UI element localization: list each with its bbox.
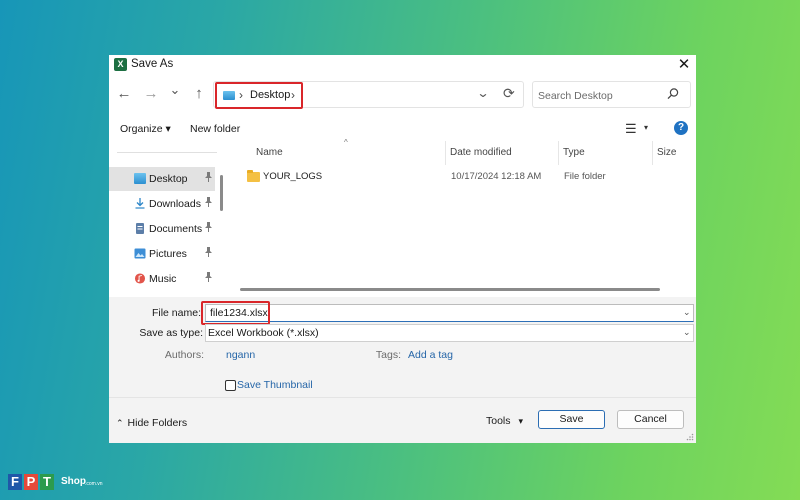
save-button[interactable]: Save <box>538 410 605 429</box>
column-divider[interactable] <box>558 141 559 165</box>
breadcrumb-chevron-icon: › <box>239 88 243 102</box>
tools-label: Tools <box>486 415 511 427</box>
sidebar-item-documents[interactable]: Documents <box>109 217 215 241</box>
sidebar-item-label: Music <box>149 273 177 285</box>
documents-icon <box>136 223 144 234</box>
refresh-icon[interactable]: ⟳ <box>503 85 515 102</box>
view-options-icon[interactable]: ☰ <box>625 121 637 137</box>
search-icon[interactable] <box>666 87 680 101</box>
sort-ascending-icon: ^ <box>344 138 348 147</box>
save-thumbnail-label[interactable]: Save Thumbnail <box>237 379 313 391</box>
horizontal-scrollbar[interactable] <box>240 288 660 291</box>
file-name-label: File name: <box>151 307 201 319</box>
footer-divider <box>109 397 696 398</box>
column-header-type[interactable]: Type <box>563 147 585 158</box>
pin-icon[interactable] <box>204 222 213 234</box>
recent-locations-button[interactable]: ⌄ <box>165 79 185 101</box>
forward-button[interactable]: → <box>141 83 161 105</box>
save-as-type-value[interactable]: Excel Workbook (*.xlsx) <box>208 327 319 339</box>
file-list <box>233 141 696 297</box>
desktop-folder-icon <box>223 91 235 100</box>
help-icon[interactable]: ? <box>674 121 688 135</box>
save-thumbnail-checkbox[interactable] <box>225 380 236 391</box>
breadcrumb-desktop[interactable]: Desktop <box>250 89 290 101</box>
sidebar-divider <box>117 152 217 153</box>
music-icon <box>134 273 146 284</box>
column-header-size[interactable]: Size <box>657 147 676 158</box>
file-row-type: File folder <box>564 171 606 182</box>
hide-folders-label: Hide Folders <box>127 417 188 429</box>
save-as-type-label: Save as type: <box>139 327 203 339</box>
cancel-button[interactable]: Cancel <box>617 410 684 429</box>
sidebar-item-downloads[interactable]: Downloads <box>109 192 215 216</box>
resize-grip-icon[interactable] <box>686 433 694 441</box>
download-icon <box>135 198 145 209</box>
excel-icon: X <box>114 58 127 71</box>
hide-folders-button[interactable]: ⌃ Hide Folders <box>116 417 187 429</box>
logo-letter: T <box>40 474 54 490</box>
logo-letter: P <box>24 474 38 490</box>
pin-icon[interactable] <box>204 247 213 259</box>
sidebar-item-pictures[interactable]: Pictures <box>109 242 215 266</box>
column-divider[interactable] <box>652 141 653 165</box>
sidebar-item-desktop[interactable]: Desktop <box>109 167 215 191</box>
file-name-highlight-box <box>201 301 270 325</box>
sidebar-item-label: Downloads <box>149 198 201 210</box>
column-divider[interactable] <box>445 141 446 165</box>
fpt-shop-logo: F P T Shop .com.vn <box>8 474 108 494</box>
up-button[interactable]: ↑ <box>189 83 209 105</box>
logo-shop-text: Shop <box>61 476 86 487</box>
pin-icon[interactable] <box>204 197 213 209</box>
sidebar-item-music[interactable]: Music <box>109 267 215 291</box>
back-button[interactable]: ← <box>114 83 134 105</box>
view-options-caret-icon[interactable]: ▾ <box>644 123 648 132</box>
chevron-down-icon: ▾ <box>518 416 523 426</box>
column-header-date-modified[interactable]: Date modified <box>450 147 512 158</box>
search-placeholder: Search Desktop <box>538 90 613 102</box>
sidebar-item-label: Pictures <box>149 248 187 260</box>
window-title: Save As <box>131 58 174 70</box>
authors-label: Authors: <box>164 349 204 361</box>
tags-input[interactable]: Add a tag <box>408 349 453 361</box>
new-folder-button[interactable]: New folder <box>190 123 240 135</box>
sidebar-scrollbar[interactable] <box>220 175 223 211</box>
authors-value[interactable]: ngann <box>226 349 255 361</box>
title-bar: X Save As ✕ <box>109 55 696 75</box>
file-name-dropdown-icon[interactable]: ⌄ <box>683 307 691 318</box>
save-as-dialog: X Save As ✕ ← → ⌄ ↑ › Desktop › ⌄ ⟳ Sear… <box>109 55 696 443</box>
tags-label: Tags: <box>375 349 401 361</box>
pictures-icon <box>134 248 146 259</box>
sidebar-item-label: Documents <box>149 223 203 235</box>
organize-button[interactable]: Organize ▾ <box>120 123 171 135</box>
folder-icon <box>247 170 260 182</box>
file-row-date-modified: 10/17/2024 12:18 AM <box>451 171 542 182</box>
save-as-type-dropdown-icon[interactable]: ⌄ <box>683 327 691 338</box>
chevron-up-icon: ⌃ <box>116 418 124 428</box>
file-row-name[interactable]: YOUR_LOGS <box>263 171 322 182</box>
pin-icon[interactable] <box>204 272 213 284</box>
pin-icon[interactable] <box>204 172 213 184</box>
address-dropdown-icon[interactable]: ⌄ <box>476 86 489 100</box>
sidebar-item-label: Desktop <box>149 173 188 185</box>
breadcrumb-chevron-icon[interactable]: › <box>291 88 295 102</box>
file-name-input[interactable] <box>205 304 694 322</box>
logo-letter: F <box>8 474 22 490</box>
column-header-name[interactable]: Name <box>256 147 283 158</box>
desktop-icon <box>134 173 146 184</box>
logo-domain-text: .com.vn <box>85 481 103 487</box>
close-button[interactable]: ✕ <box>672 55 696 75</box>
tools-button[interactable]: Tools ▾ <box>486 415 523 427</box>
